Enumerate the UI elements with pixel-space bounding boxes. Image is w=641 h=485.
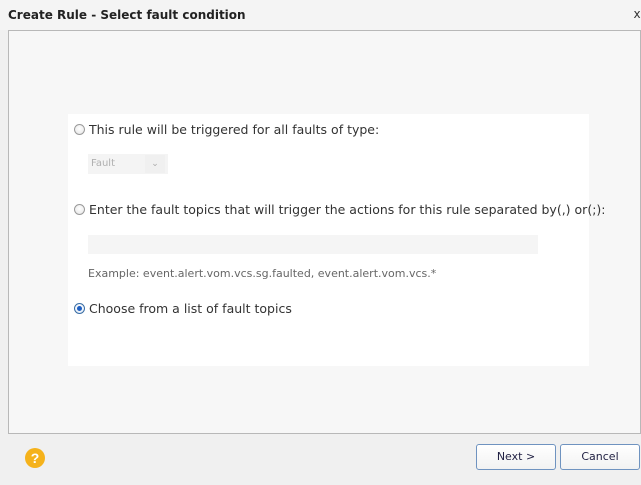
- next-button[interactable]: Next >: [476, 444, 556, 470]
- dialog-titlebar: Create Rule - Select fault condition x: [0, 0, 641, 30]
- radio-all-faults-button[interactable]: [74, 124, 85, 135]
- fault-condition-panel: This rule will be triggered for all faul…: [68, 114, 606, 366]
- cancel-button[interactable]: Cancel: [560, 444, 640, 470]
- radio-enter-topics-label: Enter the fault topics that will trigger…: [89, 202, 606, 217]
- create-rule-dialog: Create Rule - Select fault condition x T…: [0, 0, 641, 485]
- close-icon[interactable]: x: [631, 7, 641, 22]
- chevron-down-icon[interactable]: ⌄: [145, 155, 165, 173]
- radio-all-faults-label: This rule will be triggered for all faul…: [89, 122, 380, 137]
- example-text: Example: event.alert.vom.vcs.sg.faulted,…: [88, 267, 437, 280]
- fault-topics-input[interactable]: [88, 235, 538, 254]
- radio-choose-list-label: Choose from a list of fault topics: [89, 301, 292, 316]
- radio-enter-topics-button[interactable]: [74, 204, 85, 215]
- dialog-footer: ? Next > Cancel: [0, 434, 641, 485]
- dialog-title: Create Rule - Select fault condition: [8, 8, 246, 22]
- radio-choose-list-button[interactable]: [74, 303, 85, 314]
- radio-choose-list[interactable]: Choose from a list of fault topics: [74, 301, 292, 316]
- radio-all-faults[interactable]: This rule will be triggered for all faul…: [74, 122, 379, 137]
- fault-type-select[interactable]: Fault ⌄: [88, 154, 168, 174]
- fault-type-select-value: Fault: [91, 158, 115, 169]
- radio-enter-topics[interactable]: Enter the fault topics that will trigger…: [74, 202, 606, 217]
- help-icon[interactable]: ?: [25, 448, 45, 468]
